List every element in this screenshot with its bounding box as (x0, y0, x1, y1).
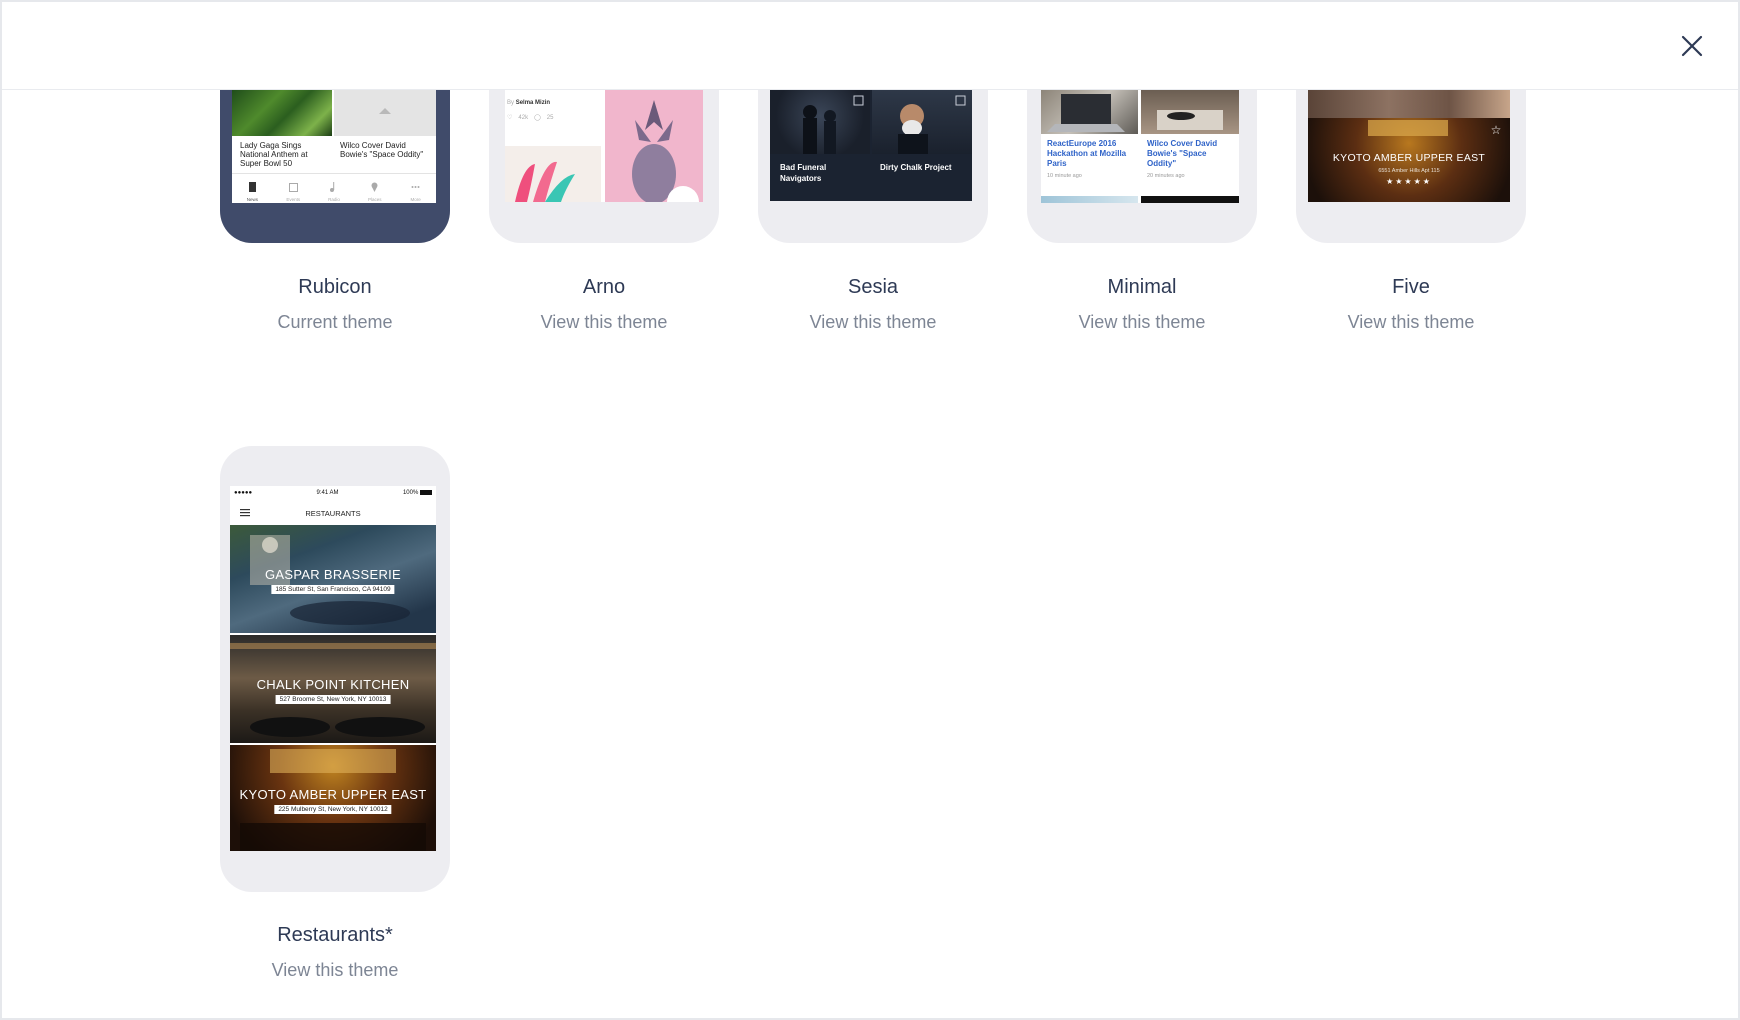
theme-name: Rubicon (298, 276, 372, 298)
view-theme-link[interactable]: View this theme (220, 960, 450, 981)
calendar-icon (288, 183, 298, 192)
minimal-tile-1-time: 10 minute ago (1047, 173, 1082, 179)
theme-picker-modal: Lady Gaga Sings National Anthem at Super… (0, 0, 1740, 1020)
restaurant-title: KYOTO AMBER UPPER EAST (239, 787, 427, 802)
theme-preview-minimal[interactable]: ReactEurope 2016 Hackathon at Mozilla Pa… (1027, 90, 1257, 243)
five-top-photo (1308, 90, 1510, 118)
sesia-musician-photo (872, 90, 972, 154)
close-button[interactable] (1674, 28, 1710, 64)
restaurant-row: CHALK POINT KITCHEN 527 Broome St, New Y… (230, 635, 436, 743)
theme-preview-rubicon[interactable]: Lady Gaga Sings National Anthem at Super… (220, 90, 450, 243)
theme-name: Five (1392, 276, 1430, 298)
rubicon-tab-radio: Radio (314, 174, 355, 203)
theme-preview-sesia[interactable]: Bad Funeral Navigators Dirty Chalk Proje… (758, 90, 988, 243)
restaurants-header-title: RESTAURANTS (305, 508, 361, 518)
arno-pineapple-photo (605, 90, 703, 202)
five-restaurant-address: 6551 Amber Hills Apt 115 (1378, 168, 1440, 174)
rubicon-tile-2-title: Wilco Cover David Bowie's "Space Oddity" (340, 141, 424, 159)
modal-header (2, 2, 1738, 90)
minimal-record-player-photo (1141, 90, 1239, 134)
restaurant-title: CHALK POINT KITCHEN (256, 677, 410, 692)
minimal-laptop-photo (1041, 90, 1138, 134)
news-icon (248, 182, 256, 192)
restaurant-address: 225 Mulberry St, New York, NY 10012 (274, 805, 392, 814)
arno-stats: ♡ 42k ◯ 25 (507, 114, 554, 122)
view-theme-link[interactable]: View this theme (1296, 312, 1526, 333)
minimal-tile-1-title: ReactEurope 2016 Hackathon at Mozilla Pa… (1047, 139, 1127, 168)
theme-preview-restaurants[interactable]: ●●●●● 9:41 AM 100% RESTAURANTS GASPAR BR… (220, 446, 450, 892)
theme-preview-arno[interactable]: By Selma Mizin ♡ 42k ◯ 25 (489, 90, 719, 243)
rubicon-tab-bar: News Events Radio Places More (232, 173, 436, 203)
theme-name: Sesia (847, 276, 899, 298)
restaurants-status-bar: ●●●●● 9:41 AM 100% (234, 488, 432, 498)
heart-icon: ♡ (507, 115, 513, 121)
rubicon-tab-news: News (232, 174, 273, 203)
restaurants-nav-bar: RESTAURANTS (230, 502, 436, 524)
theme-name: Restaurants* (277, 924, 393, 946)
view-theme-link[interactable]: View this theme (758, 312, 988, 333)
five-restaurant-title: KYOTO AMBER UPPER EAST (1332, 152, 1486, 164)
theme-status-label: Current theme (277, 312, 393, 332)
comment-icon: ◯ (534, 115, 541, 121)
signal-strength-icon: ●●●●● (234, 490, 253, 496)
five-rating-stars: ★★★★★ (1386, 177, 1432, 186)
theme-preview-five[interactable]: ☆ KYOTO AMBER UPPER EAST 6551 Amber Hill… (1296, 90, 1526, 243)
sesia-tile-1-title: Bad Funeral Navigators (780, 163, 827, 183)
theme-name: Minimal (1107, 276, 1177, 298)
sesia-tile-2-title: Dirty Chalk Project (880, 163, 952, 172)
restaurant-address: 527 Broome St, New York, NY 10013 (275, 695, 391, 704)
music-note-icon (330, 182, 335, 192)
arno-byline: By Selma Mizin (507, 100, 551, 106)
battery-icon (419, 489, 432, 495)
rubicon-placeholder-image (334, 90, 436, 136)
rubicon-tab-places: Places (354, 174, 395, 203)
status-time: 9:41 AM (316, 490, 339, 496)
view-theme-link[interactable]: View this theme (489, 312, 719, 333)
sesia-band-photo (770, 90, 870, 154)
minimal-tile-2-title: Wilco Cover David Bowie's "Space Oddity" (1147, 139, 1218, 168)
minimal-next-photo-2 (1141, 196, 1239, 203)
close-icon (1681, 35, 1703, 57)
rubicon-grass-photo (232, 90, 332, 136)
themes-grid: Lady Gaga Sings National Anthem at Super… (2, 90, 1738, 1018)
location-pin-icon (371, 182, 378, 192)
view-theme-link[interactable]: View this theme (1027, 312, 1257, 333)
svg-text:☆: ☆ (1491, 123, 1502, 137)
restaurant-address: 185 Sutter St, San Francisco, CA 94109 (271, 585, 395, 594)
theme-name: Arno (582, 276, 626, 298)
restaurant-row: KYOTO AMBER UPPER EAST 225 Mulberry St, … (230, 745, 436, 851)
restaurant-row: GASPAR BRASSERIE 185 Sutter St, San Fran… (230, 525, 436, 633)
battery-indicator: 100% (403, 489, 432, 496)
more-dots-icon (411, 186, 420, 188)
rubicon-tile-1-title: Lady Gaga Sings National Anthem at Super… (240, 141, 308, 168)
minimal-next-photo-1 (1041, 196, 1138, 203)
minimal-tile-2-time: 20 minutes ago (1147, 173, 1185, 179)
arno-flower-photo (505, 146, 601, 202)
restaurant-title: GASPAR BRASSERIE (264, 567, 402, 582)
rubicon-tab-more: More (395, 174, 436, 203)
rubicon-tab-events: Events (273, 174, 314, 203)
